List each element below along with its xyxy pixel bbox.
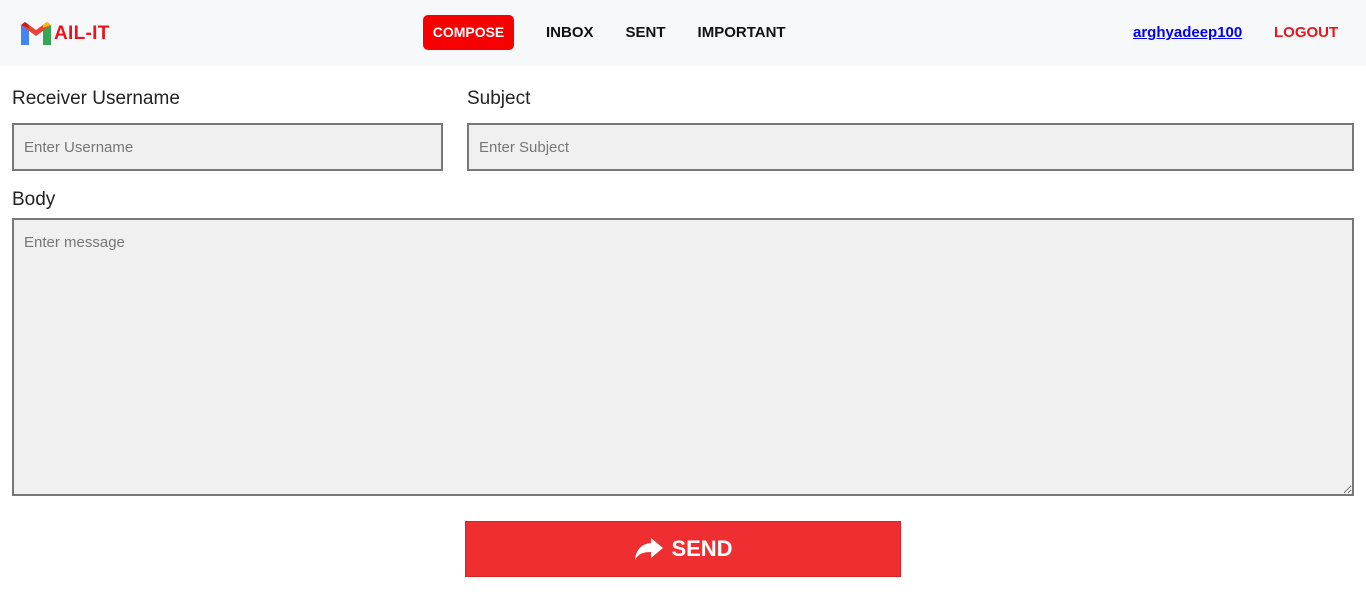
body-textarea[interactable] — [12, 218, 1354, 496]
receiver-username-input[interactable] — [12, 123, 443, 171]
nav-sent[interactable]: SENT — [610, 15, 682, 50]
brand-name: AIL-IT — [54, 23, 110, 44]
share-arrow-icon — [633, 536, 665, 562]
nav-important[interactable]: IMPORTANT — [682, 15, 802, 50]
subject-input[interactable] — [467, 123, 1354, 171]
send-button-label: SEND — [671, 536, 733, 561]
username-link[interactable]: arghyadeep100 — [1133, 24, 1242, 41]
subject-label: Subject — [467, 88, 531, 109]
body-label: Body — [12, 189, 56, 210]
gmail-m-logo-icon — [19, 19, 53, 47]
navbar: AIL-IT COMPOSE INBOX SENT IMPORTANT argh… — [0, 0, 1366, 66]
nav-inbox[interactable]: INBOX — [530, 15, 610, 50]
main-nav: COMPOSE INBOX SENT IMPORTANT — [423, 15, 802, 50]
receiver-label: Receiver Username — [12, 88, 180, 109]
nav-compose[interactable]: COMPOSE — [423, 15, 514, 50]
send-button[interactable]: SEND — [465, 521, 901, 577]
brand-logo[interactable]: AIL-IT — [19, 17, 110, 49]
logout-link[interactable]: LOGOUT — [1274, 24, 1338, 41]
